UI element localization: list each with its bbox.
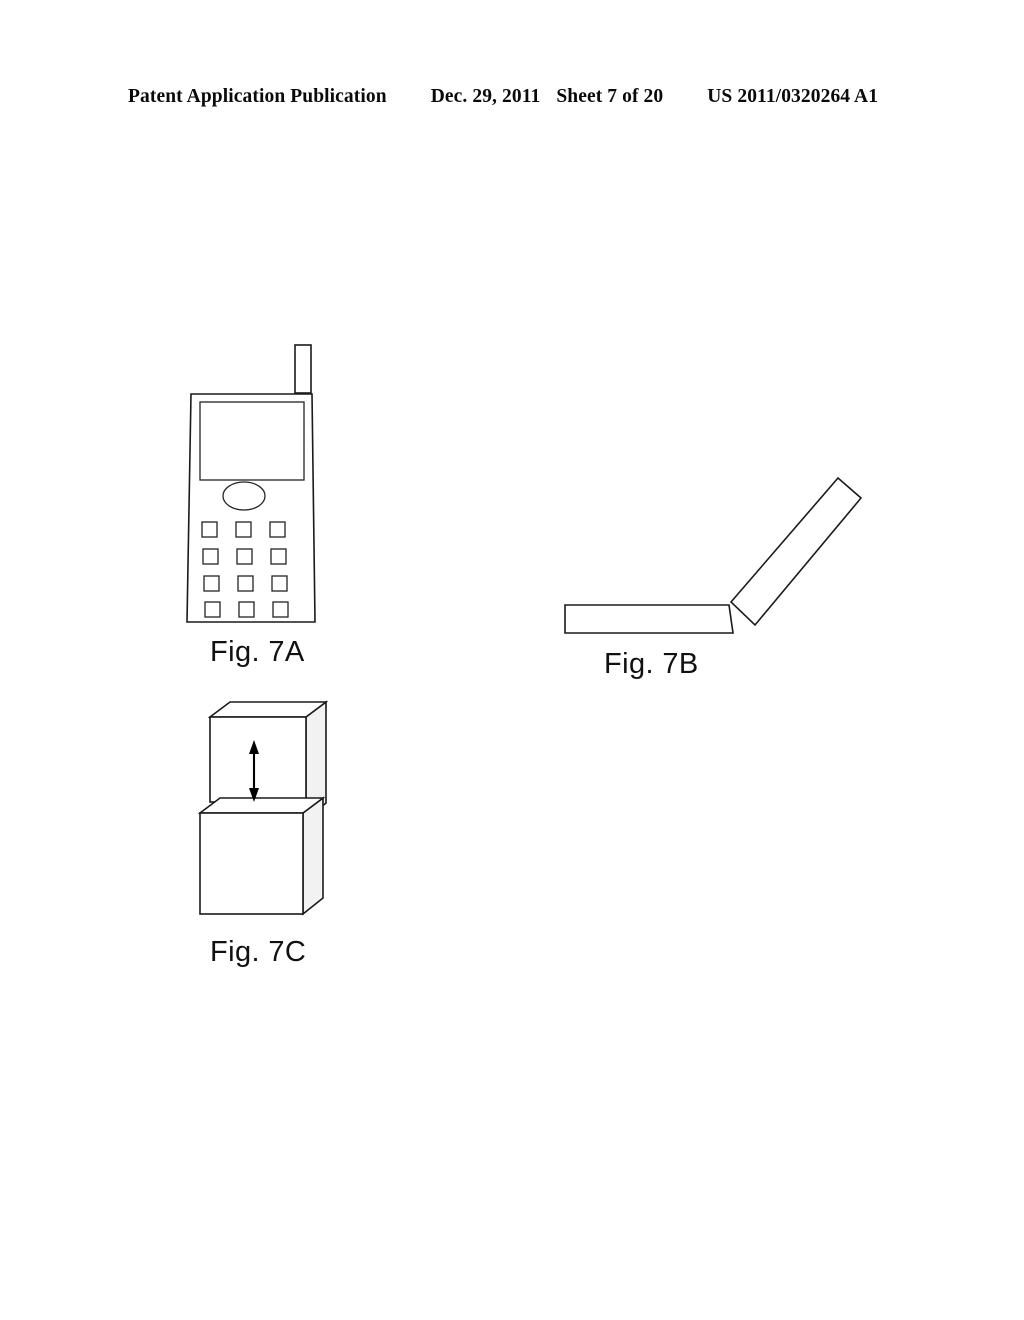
figure-7c-drawing <box>197 700 329 916</box>
drawing-sheet: Fig. 7A Fig. 7B Fig. 7C <box>0 0 1024 1320</box>
figure-7b-drawing <box>564 476 863 634</box>
figure-7b <box>555 470 865 645</box>
lower-block-side-face <box>302 796 324 916</box>
figure-7a <box>178 336 378 636</box>
figure-7b-caption: Fig. 7B <box>604 648 699 680</box>
lower-block-top-face <box>197 797 326 814</box>
antenna-icon <box>294 344 312 394</box>
figure-7a-drawing <box>186 344 316 623</box>
figure-7a-caption: Fig. 7A <box>210 636 305 668</box>
upper-housing-bar <box>729 476 863 627</box>
phone-body-outline <box>186 393 316 623</box>
figure-7c <box>196 700 356 920</box>
lower-housing-bar <box>564 604 734 634</box>
lower-block-front-face <box>199 812 304 915</box>
upper-block-top-face <box>207 701 329 718</box>
figure-7c-caption: Fig. 7C <box>210 936 307 968</box>
lower-slide-housing <box>197 796 326 916</box>
